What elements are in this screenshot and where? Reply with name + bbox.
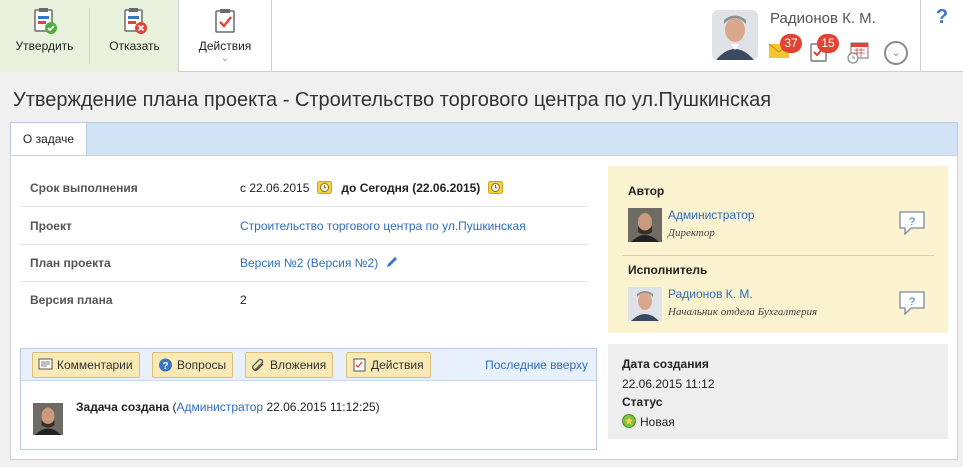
comment-actions-button[interactable]: Действия bbox=[346, 352, 431, 378]
user-menu-chevron-icon[interactable]: ⌄ bbox=[884, 41, 908, 65]
sort-order-link[interactable]: Последние вверху bbox=[485, 349, 588, 381]
executor-heading: Исполнитель bbox=[628, 263, 708, 277]
field-label: Срок выполнения bbox=[30, 181, 138, 195]
calendar-icon[interactable] bbox=[846, 40, 870, 64]
comment-author-link[interactable]: Администратор bbox=[177, 400, 264, 414]
field-project: Проект Строительство торгового центра по… bbox=[20, 208, 588, 245]
comment-actions-button-label: Действия bbox=[371, 358, 424, 372]
comment-icon bbox=[38, 358, 53, 370]
deadline-to-clock-icon[interactable] bbox=[488, 181, 504, 195]
ask-author-icon[interactable]: ? bbox=[898, 210, 926, 236]
ask-executor-icon[interactable]: ? bbox=[898, 290, 926, 316]
author-name[interactable]: Администратор bbox=[668, 208, 755, 222]
created-value: 22.06.2015 11:12 bbox=[622, 377, 715, 391]
field-value: Версия №2 (Версия №2) bbox=[240, 245, 399, 282]
comment-author-avatar bbox=[33, 403, 63, 435]
field-value: с 22.06.2015 до Сегодня (22.06.2015) bbox=[240, 170, 512, 207]
chevron-down-icon: ⌄ bbox=[220, 53, 230, 64]
question-icon: ? bbox=[159, 358, 172, 372]
approve-button[interactable]: Утвердить bbox=[0, 0, 89, 72]
reject-label: Отказать bbox=[109, 39, 160, 53]
deadline-to: до Сегодня (22.06.2015) bbox=[341, 181, 481, 195]
user-avatar[interactable] bbox=[712, 10, 758, 60]
project-link[interactable]: Строительство торгового центра по ул.Пуш… bbox=[240, 208, 526, 245]
status-badge: Новая bbox=[622, 414, 675, 429]
field-plan: План проекта Версия №2 (Версия №2) bbox=[20, 245, 588, 282]
page-title: Утверждение плана проекта - Строительств… bbox=[13, 89, 772, 111]
executor-role: Начальник отдела Бухгалтерия bbox=[668, 306, 818, 318]
tab-about-task[interactable]: О задаче bbox=[10, 122, 87, 156]
info-panel: Дата создания 22.06.2015 11:12 Статус Но… bbox=[608, 344, 948, 439]
status-heading: Статус bbox=[622, 395, 663, 409]
questions-button[interactable]: ? Вопросы bbox=[152, 352, 234, 378]
field-label: Проект bbox=[30, 219, 72, 233]
paperclip-icon bbox=[252, 358, 264, 371]
comments-toolbar: Комментарии ? Вопросы Вложения Действия … bbox=[21, 349, 596, 381]
attachments-button[interactable]: Вложения bbox=[245, 352, 334, 378]
user-name[interactable]: Радионов К. М. bbox=[770, 10, 876, 27]
comment-entry: Задача создана (Администратор 22.06.2015… bbox=[76, 400, 380, 414]
comment-timestamp: 22.06.2015 11:12:25) bbox=[266, 400, 380, 414]
field-plan-version: Версия плана 2 bbox=[20, 282, 588, 319]
reject-icon bbox=[123, 8, 147, 34]
help-icon: ? bbox=[935, 6, 949, 28]
edit-pencil-icon[interactable] bbox=[385, 255, 399, 269]
reject-button[interactable]: Отказать bbox=[90, 0, 179, 72]
attachments-button-label: Вложения bbox=[270, 358, 327, 372]
checklist-icon bbox=[353, 358, 366, 372]
tab-bar bbox=[10, 122, 958, 155]
approve-icon bbox=[33, 8, 57, 34]
field-label: План проекта bbox=[30, 256, 111, 270]
plan-link[interactable]: Версия №2 (Версия №2) bbox=[240, 256, 378, 270]
created-heading: Дата создания bbox=[622, 357, 709, 371]
deadline-from: с 22.06.2015 bbox=[240, 181, 310, 195]
toolbar: Утвердить Отказать Действия ⌄ Радионов К… bbox=[0, 0, 963, 72]
status-value: Новая bbox=[640, 415, 675, 429]
decision-group: Утвердить Отказать bbox=[0, 0, 179, 72]
author-avatar[interactable] bbox=[628, 208, 662, 242]
comment-action: Задача создана bbox=[76, 400, 170, 414]
executor-name[interactable]: Радионов К. М. bbox=[668, 287, 753, 301]
svg-text:?: ? bbox=[162, 361, 168, 372]
executor-avatar[interactable] bbox=[628, 287, 662, 321]
panel-divider bbox=[622, 255, 934, 256]
comments-button-label: Комментарии bbox=[57, 358, 133, 372]
actions-menu-button[interactable]: Действия ⌄ bbox=[179, 0, 272, 72]
author-role: Директор bbox=[668, 227, 715, 239]
people-panel: Автор Администратор Директор ? Исполните… bbox=[608, 166, 948, 333]
author-heading: Автор bbox=[628, 184, 665, 198]
help-button[interactable]: ? bbox=[920, 0, 963, 72]
deadline-from-clock-icon[interactable] bbox=[317, 181, 333, 195]
comments-section: Комментарии ? Вопросы Вложения Действия … bbox=[20, 348, 597, 450]
actions-label: Действия bbox=[198, 39, 252, 53]
field-label: Версия плана bbox=[30, 293, 113, 307]
svg-text:?: ? bbox=[909, 296, 915, 308]
actions-icon bbox=[215, 9, 235, 33]
mail-count-badge: 37 bbox=[780, 34, 802, 53]
task-count-badge: 15 bbox=[817, 34, 839, 53]
status-new-icon bbox=[622, 414, 636, 428]
user-block: Радионов К. М. 37 15 ⌄ bbox=[712, 0, 920, 72]
questions-button-label: Вопросы bbox=[177, 358, 227, 372]
approve-label: Утвердить bbox=[15, 39, 74, 53]
field-value: 2 bbox=[240, 293, 247, 307]
svg-text:?: ? bbox=[909, 216, 915, 228]
comments-button[interactable]: Комментарии bbox=[32, 352, 140, 378]
field-deadline: Срок выполнения с 22.06.2015 до Сегодня (… bbox=[20, 170, 588, 207]
